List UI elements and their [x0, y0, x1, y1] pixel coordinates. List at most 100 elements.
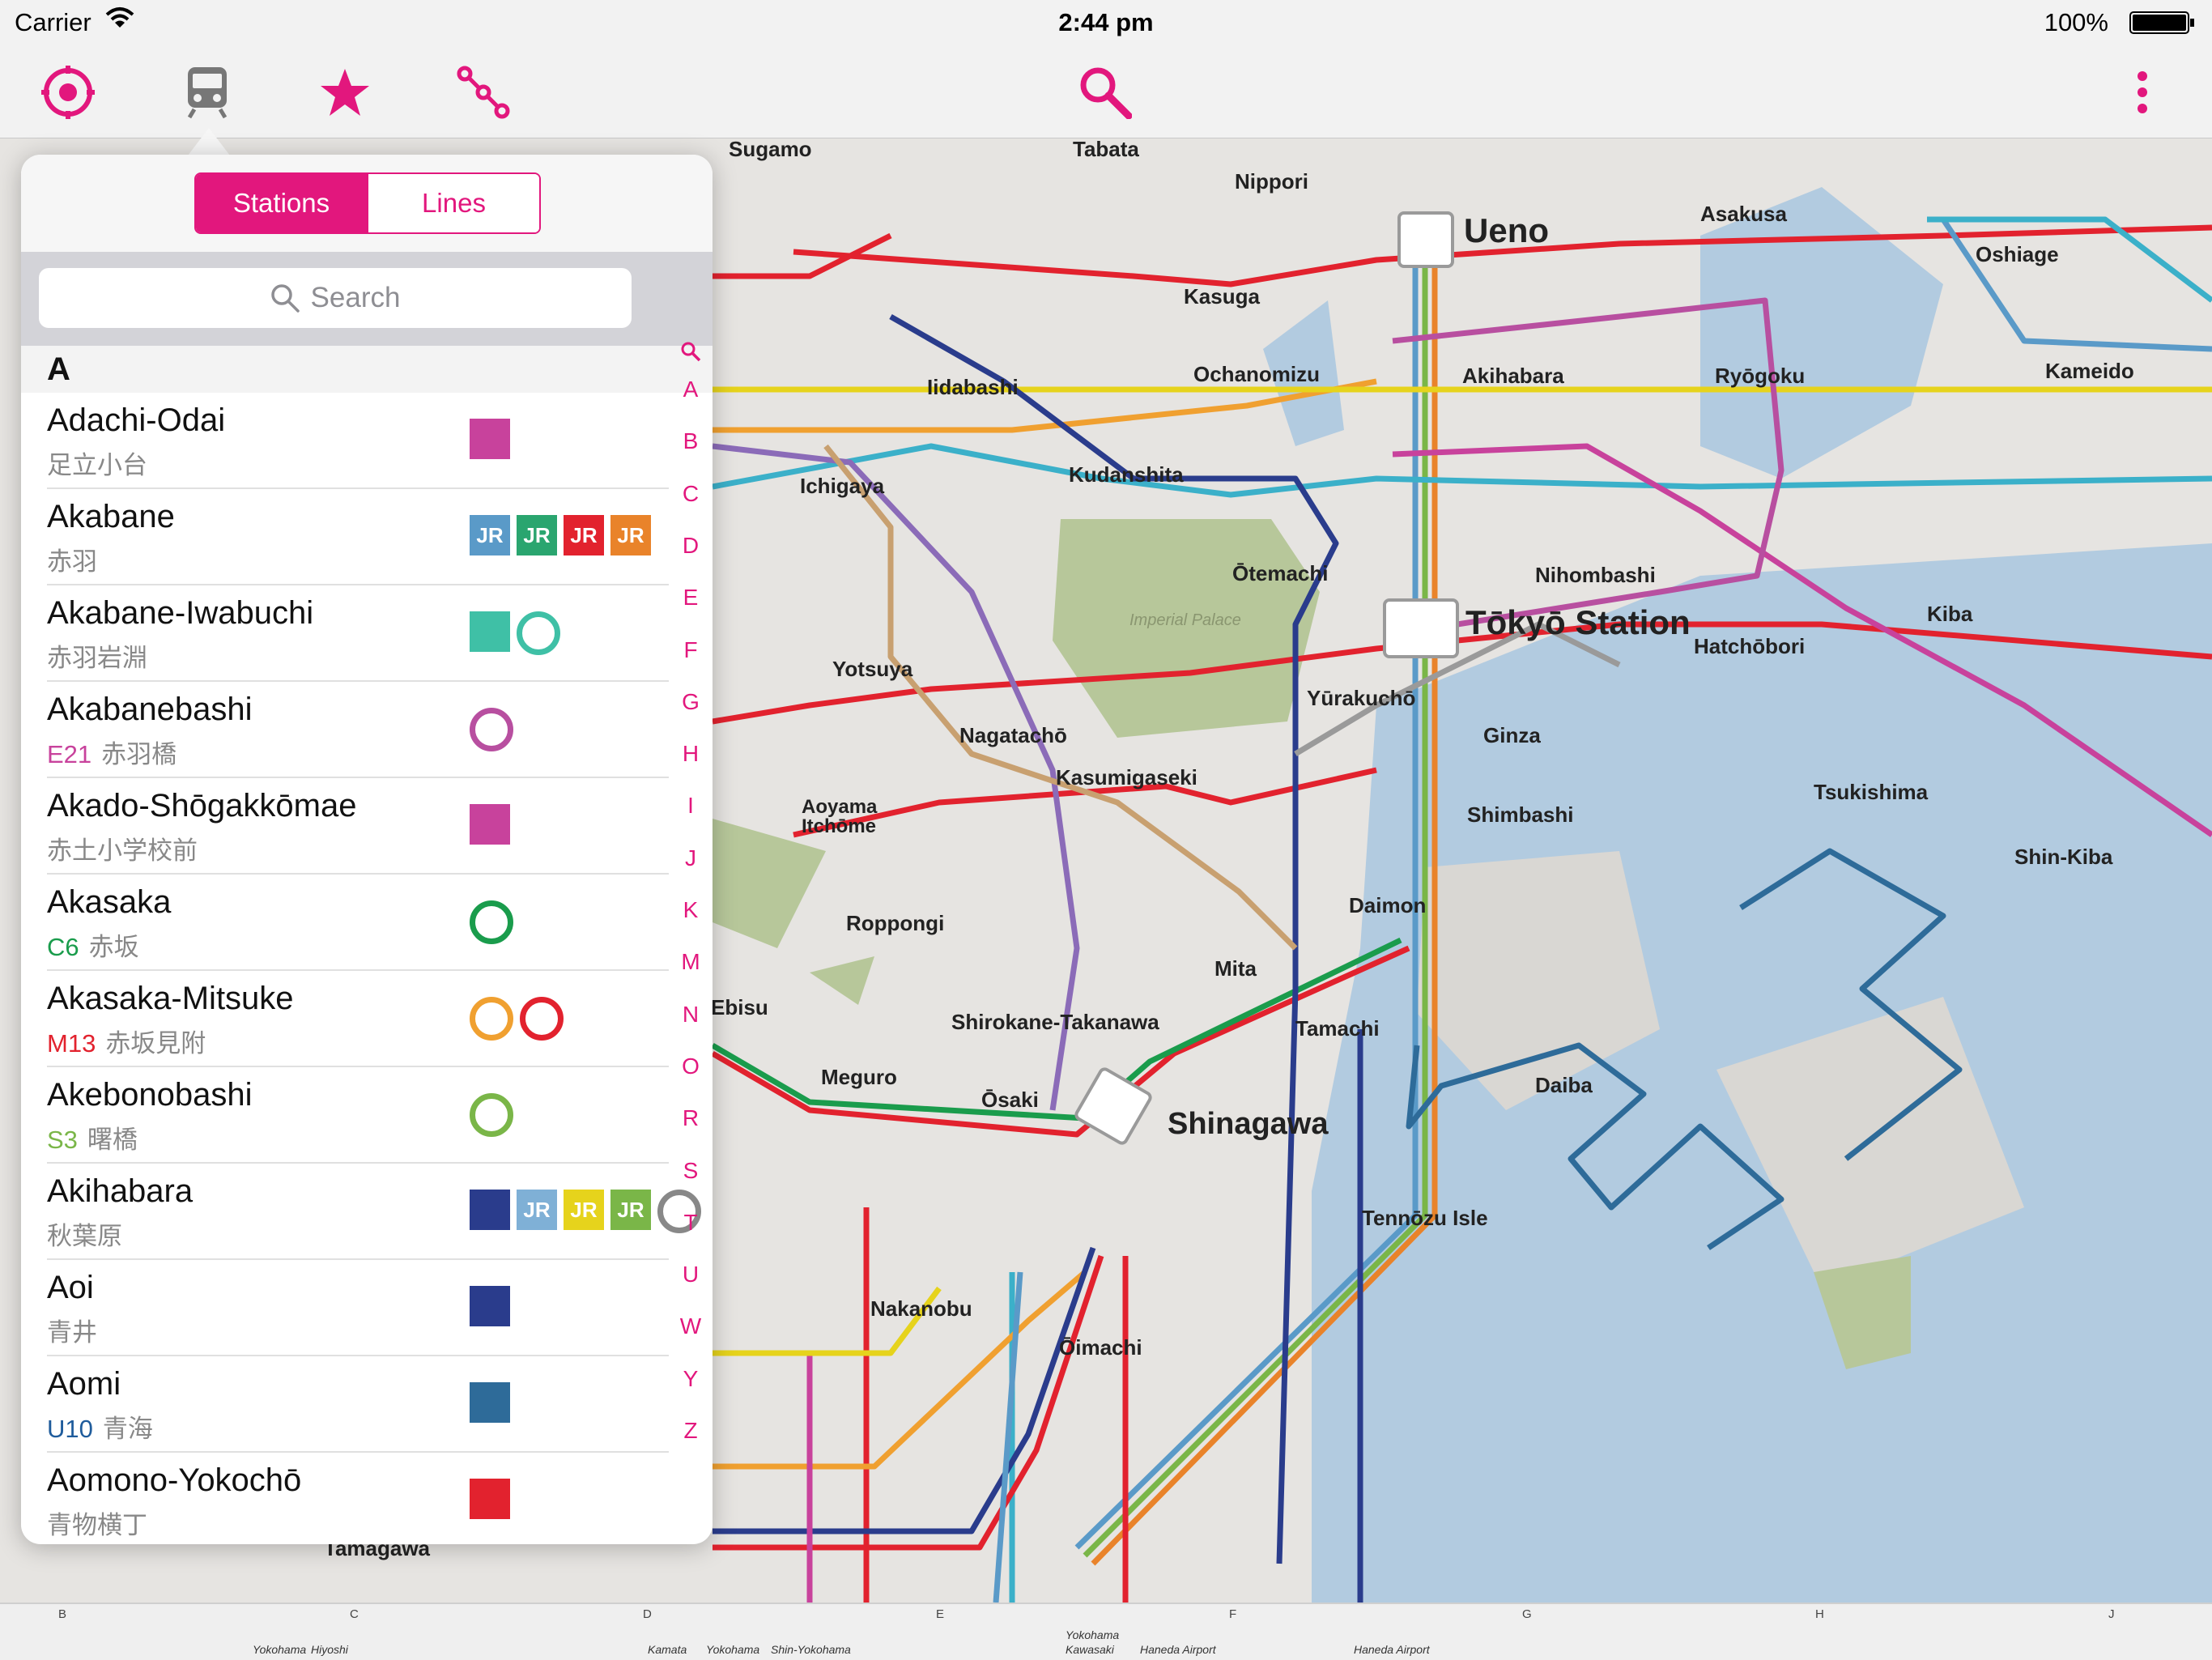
index-letter[interactable]: A — [672, 377, 709, 402]
station-row[interactable]: Akabane-Iwabuchi 赤羽岩淵 — [47, 585, 669, 682]
station-ryogoku[interactable]: Ryōgoku — [1715, 364, 1805, 389]
station-search-field[interactable]: Search — [39, 268, 632, 328]
more-button[interactable] — [2108, 58, 2176, 126]
battery-icon — [2129, 11, 2194, 34]
station-aoyama-itchome[interactable]: Aoyama Itchōme — [802, 798, 899, 836]
station-row[interactable]: Akasaka C6 赤坂 — [47, 875, 669, 971]
station-nihombashi[interactable]: Nihombashi — [1535, 563, 1656, 588]
station-roppongi[interactable]: Roppongi — [846, 911, 944, 936]
index-letter[interactable]: B — [672, 428, 709, 454]
line-badges — [470, 419, 510, 459]
index-letter[interactable]: I — [672, 793, 709, 819]
station-row[interactable]: Akabane 赤羽 JR JR JR JR — [47, 489, 669, 585]
station-tokyo[interactable]: Tōkyō Station — [1465, 603, 1691, 642]
stations-button[interactable] — [173, 58, 241, 126]
index-letter[interactable]: E — [672, 585, 709, 611]
line-badges — [470, 708, 513, 751]
route-button[interactable] — [449, 58, 517, 126]
station-row[interactable]: Akabanebashi E21 赤羽橋 — [47, 682, 669, 778]
index-letter[interactable]: U — [672, 1262, 709, 1288]
station-shinagawa[interactable]: Shinagawa — [1168, 1107, 1329, 1142]
station-nagatacho[interactable]: Nagatachō — [959, 723, 1067, 748]
index-letter[interactable]: C — [672, 481, 709, 507]
station-sugamo[interactable]: Sugamo — [729, 138, 812, 162]
station-ebisu[interactable]: Ebisu — [711, 995, 768, 1020]
station-osaki[interactable]: Ōsaki — [981, 1088, 1039, 1113]
station-shin-kiba[interactable]: Shin-Kiba — [2014, 845, 2112, 870]
index-letter[interactable]: Z — [672, 1418, 709, 1444]
station-row[interactable]: Adachi-Odai 足立小台 — [47, 393, 669, 489]
index-letter[interactable]: D — [672, 533, 709, 559]
station-row[interactable]: Aoi 青井 — [47, 1260, 669, 1356]
station-daimon[interactable]: Daimon — [1349, 893, 1426, 918]
station-tennozu-isle[interactable]: Tennōzu Isle — [1362, 1206, 1488, 1231]
index-letter[interactable]: N — [672, 1002, 709, 1028]
station-nakanobu[interactable]: Nakanobu — [870, 1296, 972, 1322]
station-oshiage[interactable]: Oshiage — [1976, 242, 2059, 267]
index-letter[interactable]: O — [672, 1053, 709, 1079]
index-letter[interactable]: F — [672, 637, 709, 663]
station-iidabashi[interactable]: Iidabashi — [927, 375, 1019, 400]
index-letter[interactable]: W — [672, 1313, 709, 1339]
station-ueno[interactable]: Ueno — [1464, 211, 1549, 250]
station-yotsuya[interactable]: Yotsuya — [832, 657, 912, 682]
station-name: Aomi — [47, 1366, 121, 1402]
alphabet-index[interactable]: A B CDEFGHIJKM NOR STUW YZ — [672, 341, 709, 1544]
station-mita[interactable]: Mita — [1214, 956, 1257, 981]
station-kudanshita[interactable]: Kudanshita — [1069, 462, 1184, 487]
station-ochanomizu[interactable]: Ochanomizu — [1193, 362, 1320, 387]
station-nippori[interactable]: Nippori — [1235, 169, 1308, 194]
station-kameido[interactable]: Kameido — [2045, 359, 2134, 384]
station-tamachi[interactable]: Tamachi — [1295, 1016, 1380, 1041]
station-tsukishima[interactable]: Tsukishima — [1814, 780, 1928, 805]
index-search-icon[interactable] — [672, 341, 709, 368]
segment-stations[interactable]: Stations — [196, 174, 367, 232]
station-shimbashi[interactable]: Shimbashi — [1467, 802, 1573, 828]
ruler-col: G — [1522, 1607, 1532, 1621]
station-row[interactable]: Aomi U10 青海 — [47, 1356, 669, 1453]
station-subtitle: C6 赤坂 — [47, 926, 139, 963]
station-row[interactable]: Akihabara 秋葉原 JR JR JR — [47, 1164, 701, 1260]
index-letter[interactable]: M — [672, 949, 709, 975]
station-asakusa[interactable]: Asakusa — [1700, 202, 1787, 227]
index-letter[interactable]: R — [672, 1105, 709, 1131]
search-icon — [681, 342, 701, 362]
station-oimachi[interactable]: Ōimachi — [1059, 1335, 1142, 1360]
station-row[interactable]: Akebonobashi S3 曙橋 — [47, 1067, 669, 1164]
station-ichigaya[interactable]: Ichigaya — [800, 474, 884, 499]
index-letter[interactable]: K — [672, 897, 709, 923]
favorites-button[interactable] — [311, 58, 379, 126]
station-ginza[interactable]: Ginza — [1483, 723, 1541, 748]
station-kiba[interactable]: Kiba — [1927, 602, 1972, 627]
ruler-destination: Kawasaki — [1066, 1643, 1114, 1656]
locate-button[interactable] — [34, 58, 102, 126]
search-button[interactable] — [1071, 58, 1139, 126]
station-row[interactable]: Akado-Shōgakkōmae 赤土小学校前 — [47, 778, 669, 875]
popover-header: Stations Lines — [21, 155, 713, 253]
station-tabata[interactable]: Tabata — [1073, 138, 1139, 162]
station-meguro[interactable]: Meguro — [821, 1065, 897, 1090]
station-kasumigaseki[interactable]: Kasumigaseki — [1056, 765, 1197, 790]
index-letter[interactable]: G — [672, 689, 709, 715]
segment-lines[interactable]: Lines — [367, 174, 539, 232]
station-otemachi[interactable]: Ōtemachi — [1232, 561, 1329, 586]
station-kanji: 赤土小学校前 — [47, 836, 198, 865]
station-subtitle: 青物横丁 — [47, 1505, 147, 1541]
index-letter[interactable]: T — [672, 1210, 709, 1236]
station-kasuga[interactable]: Kasuga — [1184, 284, 1260, 309]
station-hatchobori[interactable]: Hatchōbori — [1694, 634, 1805, 659]
station-row[interactable]: Akasaka-Mitsuke M13 赤坂見附 — [47, 971, 669, 1067]
index-letter[interactable]: H — [672, 741, 709, 767]
station-kanji: 足立小台 — [47, 451, 147, 479]
index-letter[interactable]: S — [672, 1158, 709, 1184]
index-letter[interactable]: Y — [672, 1366, 709, 1392]
ruler-destination: Haneda Airport — [1354, 1643, 1430, 1656]
station-subtitle: 秋葉原 — [47, 1215, 122, 1252]
station-shirokane-takanawa[interactable]: Shirokane-Takanawa — [951, 1010, 1159, 1035]
line-square-badge — [470, 1382, 510, 1423]
station-yurakucho[interactable]: Yūrakuchō — [1307, 686, 1415, 711]
station-daiba[interactable]: Daiba — [1535, 1073, 1593, 1098]
index-letter[interactable]: J — [672, 845, 709, 871]
station-akihabara[interactable]: Akihabara — [1462, 364, 1564, 389]
station-row[interactable]: Aomono-Yokochō 青物横丁 — [47, 1453, 669, 1544]
